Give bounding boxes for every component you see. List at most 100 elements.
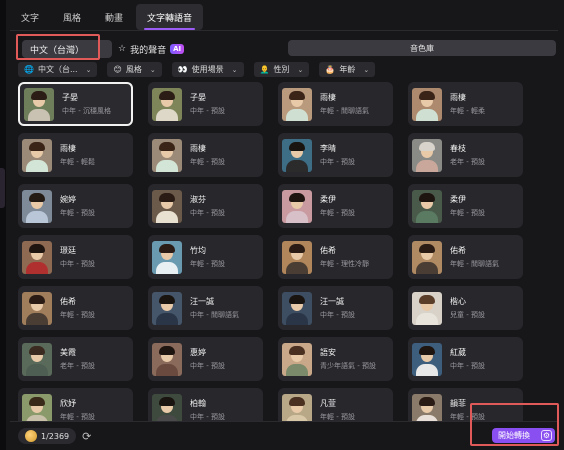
voice-card[interactable]: 璟廷中年 - 預設 — [18, 235, 133, 279]
voice-card[interactable]: 美霞 老年 - 預設 — [18, 337, 133, 381]
filter-dropdown[interactable]: 😊 風格 ⌄ — [107, 62, 162, 77]
voice-card[interactable]: 淑芬中年 - 預設 — [148, 184, 263, 228]
voice-name: 淑芬 — [190, 195, 206, 204]
avatar — [22, 189, 52, 223]
voice-card[interactable]: 汪一誠 中年 - 閒聊語氣 — [148, 286, 263, 330]
voice-library-segment[interactable]: 音色庫 — [288, 40, 556, 56]
voice-description: 中年 - 預設 — [190, 107, 225, 115]
voice-name: 李晴 — [320, 144, 336, 153]
voice-card[interactable]: 韻菲 年輕 - 預設 — [408, 388, 523, 422]
voice-description: 年輕 - 預設 — [60, 311, 95, 319]
style-face-icon: 😊 — [113, 65, 122, 74]
avatar — [282, 393, 312, 422]
tab-divider — [10, 30, 558, 31]
avatar — [412, 342, 442, 376]
voice-card[interactable]: 柔伊 年輕 - 預設 — [278, 184, 393, 228]
voice-name: 欣妤 — [60, 399, 76, 408]
avatar — [22, 291, 52, 325]
avatar — [282, 291, 312, 325]
voice-card[interactable]: 雨棲年輕 - 預設 — [148, 133, 263, 177]
person-icon: 👨‍🦲 — [259, 65, 270, 74]
filter-dropdown[interactable]: 👀 使用場景 ⌄ — [171, 62, 244, 77]
chevron-down-icon: ⌄ — [363, 65, 370, 74]
voice-card[interactable]: 婉婷 年輕 - 預設 — [18, 184, 133, 228]
filter-dropdown[interactable]: 🌐 中文（台... ⌄ — [18, 62, 98, 77]
voice-card[interactable]: 雨棲 年輕 - 輕鬆 — [18, 133, 133, 177]
voice-name: 雨棲 — [190, 144, 206, 153]
language-segment[interactable]: 中文（台灣） — [22, 40, 112, 58]
voice-card[interactable]: 子晏 中年 - 沉穩風格 — [18, 82, 133, 126]
voice-description: 年輕 - 預設 — [190, 158, 225, 166]
voice-card[interactable]: 竹均年輕 - 預設 — [148, 235, 263, 279]
voice-card[interactable]: 紅葳中年 - 預設 — [408, 337, 523, 381]
start-convert-button[interactable]: 開始轉換 ⚙ — [492, 428, 555, 443]
voice-card[interactable]: 欣妤 年輕 - 預設 — [18, 388, 133, 422]
voice-card[interactable]: 汪一誠 中年 - 預設 — [278, 286, 393, 330]
voice-name: 婉婷 — [60, 195, 76, 204]
voice-card[interactable]: 凡萱 年輕 - 預設 — [278, 388, 393, 422]
voice-name: 汪一誠 — [320, 297, 344, 306]
voice-name: 春枝 — [450, 144, 466, 153]
voice-description: 中年 - 預設 — [450, 362, 485, 370]
refresh-icon[interactable]: ⟳ — [82, 430, 91, 443]
avatar — [282, 342, 312, 376]
top-tabs: 文字 風格 動畫 文字轉語音 — [10, 4, 204, 30]
avatar — [282, 240, 312, 274]
voice-card[interactable]: 佑希 年輕 - 預設 — [18, 286, 133, 330]
left-edge-handle — [0, 168, 5, 208]
gear-icon[interactable]: ⚙ — [541, 430, 552, 441]
my-voice-segment[interactable]: ☆ 我的聲音 AI — [118, 40, 185, 58]
footer-divider — [10, 421, 558, 422]
voice-description: 年輕 - 預設 — [190, 260, 225, 268]
voice-description: 中年 - 預設 — [60, 260, 95, 268]
tab-text-to-speech[interactable]: 文字轉語音 — [136, 4, 204, 30]
voice-name: 惠婷 — [190, 348, 206, 357]
voice-card[interactable]: 春枝 老年 - 預設 — [408, 133, 523, 177]
voice-card[interactable]: 語安 青少年語氣 - 預設 — [278, 337, 393, 381]
voice-card[interactable]: 惠婷 中年 - 預設 — [148, 337, 263, 381]
tab-style[interactable]: 風格 — [52, 4, 92, 30]
voice-card[interactable]: 佑希 年輕 - 閒聊語氣 — [408, 235, 523, 279]
filter-label: 風格 — [125, 65, 142, 74]
filter-dropdown[interactable]: 🎂 年齡 ⌄ — [319, 62, 376, 77]
avatar — [22, 393, 52, 422]
voice-card[interactable]: 柏翰 中年 - 預設 — [148, 388, 263, 422]
voice-source-bar: 中文（台灣） ☆ 我的聲音 AI 音色庫 — [16, 34, 556, 60]
tab-text[interactable]: 文字 — [10, 4, 50, 30]
voice-name: 語安 — [320, 348, 336, 357]
avatar — [412, 291, 442, 325]
voice-name: 竹均 — [190, 246, 206, 255]
avatar — [282, 189, 312, 223]
voice-description: 老年 - 預設 — [60, 362, 95, 370]
voice-card[interactable]: 柔伊 年輕 - 預設 — [408, 184, 523, 228]
eyes-icon: 👀 — [177, 65, 188, 74]
voice-name: 子晏 — [190, 93, 206, 102]
filter-label: 年齡 — [339, 65, 356, 74]
voice-card[interactable]: 李晴 中年 - 預設 — [278, 133, 393, 177]
credit-count: 1/2369 — [41, 431, 70, 441]
credit-counter: 1/2369 — [18, 428, 77, 444]
globe-icon: 🌐 — [24, 65, 34, 74]
chevron-down-icon: ⌄ — [297, 65, 304, 74]
voice-name: 雨棲 — [450, 93, 466, 102]
voice-name: 紅葳 — [450, 348, 466, 357]
voice-card[interactable]: 佑希 年輕 - 理性冷靜 — [278, 235, 393, 279]
tab-animation[interactable]: 動畫 — [94, 4, 134, 30]
voice-card[interactable]: 子晏中年 - 預設 — [148, 82, 263, 126]
avatar — [282, 138, 312, 172]
chevron-down-icon: ⌄ — [85, 65, 92, 74]
filter-bar: 🌐 中文（台... ⌄ 😊 風格 ⌄ 👀 使用場景 ⌄ 👨‍🦲 性別 ⌄ 🎂 年齡 ⌄ — [18, 62, 376, 78]
voice-card[interactable]: 雨棲 年輕 - 閒聊語氣 — [278, 82, 393, 126]
voice-card[interactable]: 楷心 兒童 - 預設 — [408, 286, 523, 330]
coin-icon — [25, 430, 37, 442]
voice-description: 中年 - 預設 — [190, 209, 225, 217]
avatar — [152, 138, 182, 172]
filter-label: 使用場景 — [191, 65, 224, 74]
voice-name: 璟廷 — [60, 246, 76, 255]
voice-name: 佑希 — [320, 246, 336, 255]
filter-dropdown[interactable]: 👨‍🦲 性別 ⌄ — [253, 62, 310, 77]
avatar — [282, 87, 312, 121]
avatar — [412, 240, 442, 274]
chevron-down-icon: ⌄ — [231, 65, 238, 74]
voice-card[interactable]: 雨棲 年輕 - 輕柔 — [408, 82, 523, 126]
